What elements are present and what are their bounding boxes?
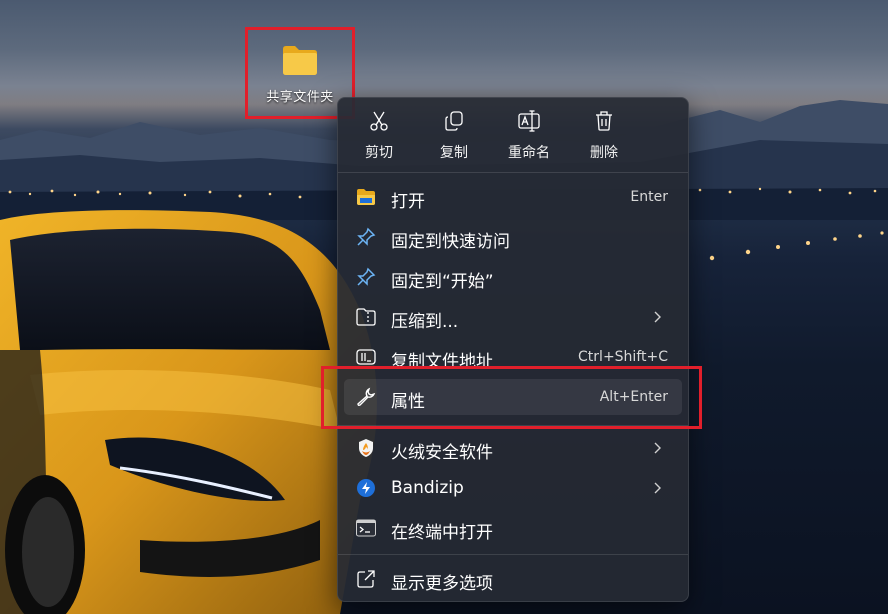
trash-icon	[593, 110, 615, 136]
compress-label: 压缩到...	[391, 312, 459, 332]
copy-path-shortcut: Ctrl+Shift+C	[578, 349, 668, 365]
chevron-right-icon	[652, 308, 664, 326]
cut-button[interactable]: 剪切	[347, 110, 411, 166]
wrench-icon	[356, 387, 376, 407]
copy-label: 复制	[440, 145, 468, 161]
rename-button[interactable]: 重命名	[497, 110, 561, 166]
bandizip-icon	[356, 478, 376, 498]
copy-path-icon	[356, 347, 376, 367]
shared-folder-label: 共享文件夹	[266, 90, 334, 105]
quick-actions-bar: 剪切 复制 重命名 删除	[338, 98, 688, 170]
copy-button[interactable]: 复制	[422, 110, 486, 166]
open-in-terminal-menu-item[interactable]: 在终端中打开	[344, 510, 682, 546]
menu-separator	[338, 172, 688, 173]
pin-quick-access-label: 固定到快速访问	[391, 232, 510, 252]
compress-menu-item[interactable]: 压缩到...	[344, 299, 682, 335]
open-shortcut: Enter	[630, 189, 668, 205]
show-more-options-menu-item[interactable]: 显示更多选项	[344, 561, 682, 597]
open-in-terminal-label: 在终端中打开	[391, 523, 493, 543]
desktop-wallpaper: 共享文件夹 剪切 复制 重命名 删除 打开 Enter 固定到快速访问 固定到“…	[0, 0, 888, 614]
pin-quick-access-menu-item[interactable]: 固定到快速访问	[344, 219, 682, 255]
rename-label: 重命名	[508, 145, 550, 161]
rename-icon	[517, 110, 541, 136]
properties-label: 属性	[391, 392, 425, 412]
cut-label: 剪切	[365, 145, 393, 161]
open-menu-item[interactable]: 打开 Enter	[344, 179, 682, 215]
external-open-icon	[356, 569, 376, 589]
scissors-icon	[368, 110, 390, 136]
delete-label: 删除	[590, 145, 618, 161]
bandizip-label: Bandizip	[391, 478, 464, 498]
chevron-right-icon	[652, 479, 664, 497]
menu-separator	[338, 554, 688, 555]
copy-path-label: 复制文件地址	[391, 352, 493, 372]
pin-start-label: 固定到“开始”	[391, 272, 494, 292]
zip-icon	[356, 307, 376, 327]
folder-open-icon	[356, 187, 376, 207]
properties-shortcut: Alt+Enter	[599, 389, 668, 405]
huorong-menu-item[interactable]: 火绒安全软件	[344, 430, 682, 466]
copy-path-menu-item[interactable]: 复制文件地址 Ctrl+Shift+C	[344, 339, 682, 375]
pin-start-menu-item[interactable]: 固定到“开始”	[344, 259, 682, 295]
terminal-icon	[356, 518, 376, 538]
chevron-right-icon	[652, 439, 664, 457]
pin-icon	[356, 227, 376, 247]
folder-icon	[281, 44, 319, 80]
open-label: 打开	[391, 192, 425, 212]
huorong-shield-icon	[356, 438, 376, 458]
pin-icon	[356, 267, 376, 287]
show-more-options-label: 显示更多选项	[391, 574, 493, 594]
context-menu: 剪切 复制 重命名 删除 打开 Enter 固定到快速访问 固定到“开始” 压缩…	[337, 97, 689, 602]
menu-separator	[338, 425, 688, 426]
delete-button[interactable]: 删除	[572, 110, 636, 166]
bandizip-menu-item[interactable]: Bandizip	[344, 470, 682, 506]
copy-icon	[443, 110, 465, 136]
huorong-label: 火绒安全软件	[391, 443, 493, 463]
properties-menu-item[interactable]: 属性 Alt+Enter	[344, 379, 682, 415]
